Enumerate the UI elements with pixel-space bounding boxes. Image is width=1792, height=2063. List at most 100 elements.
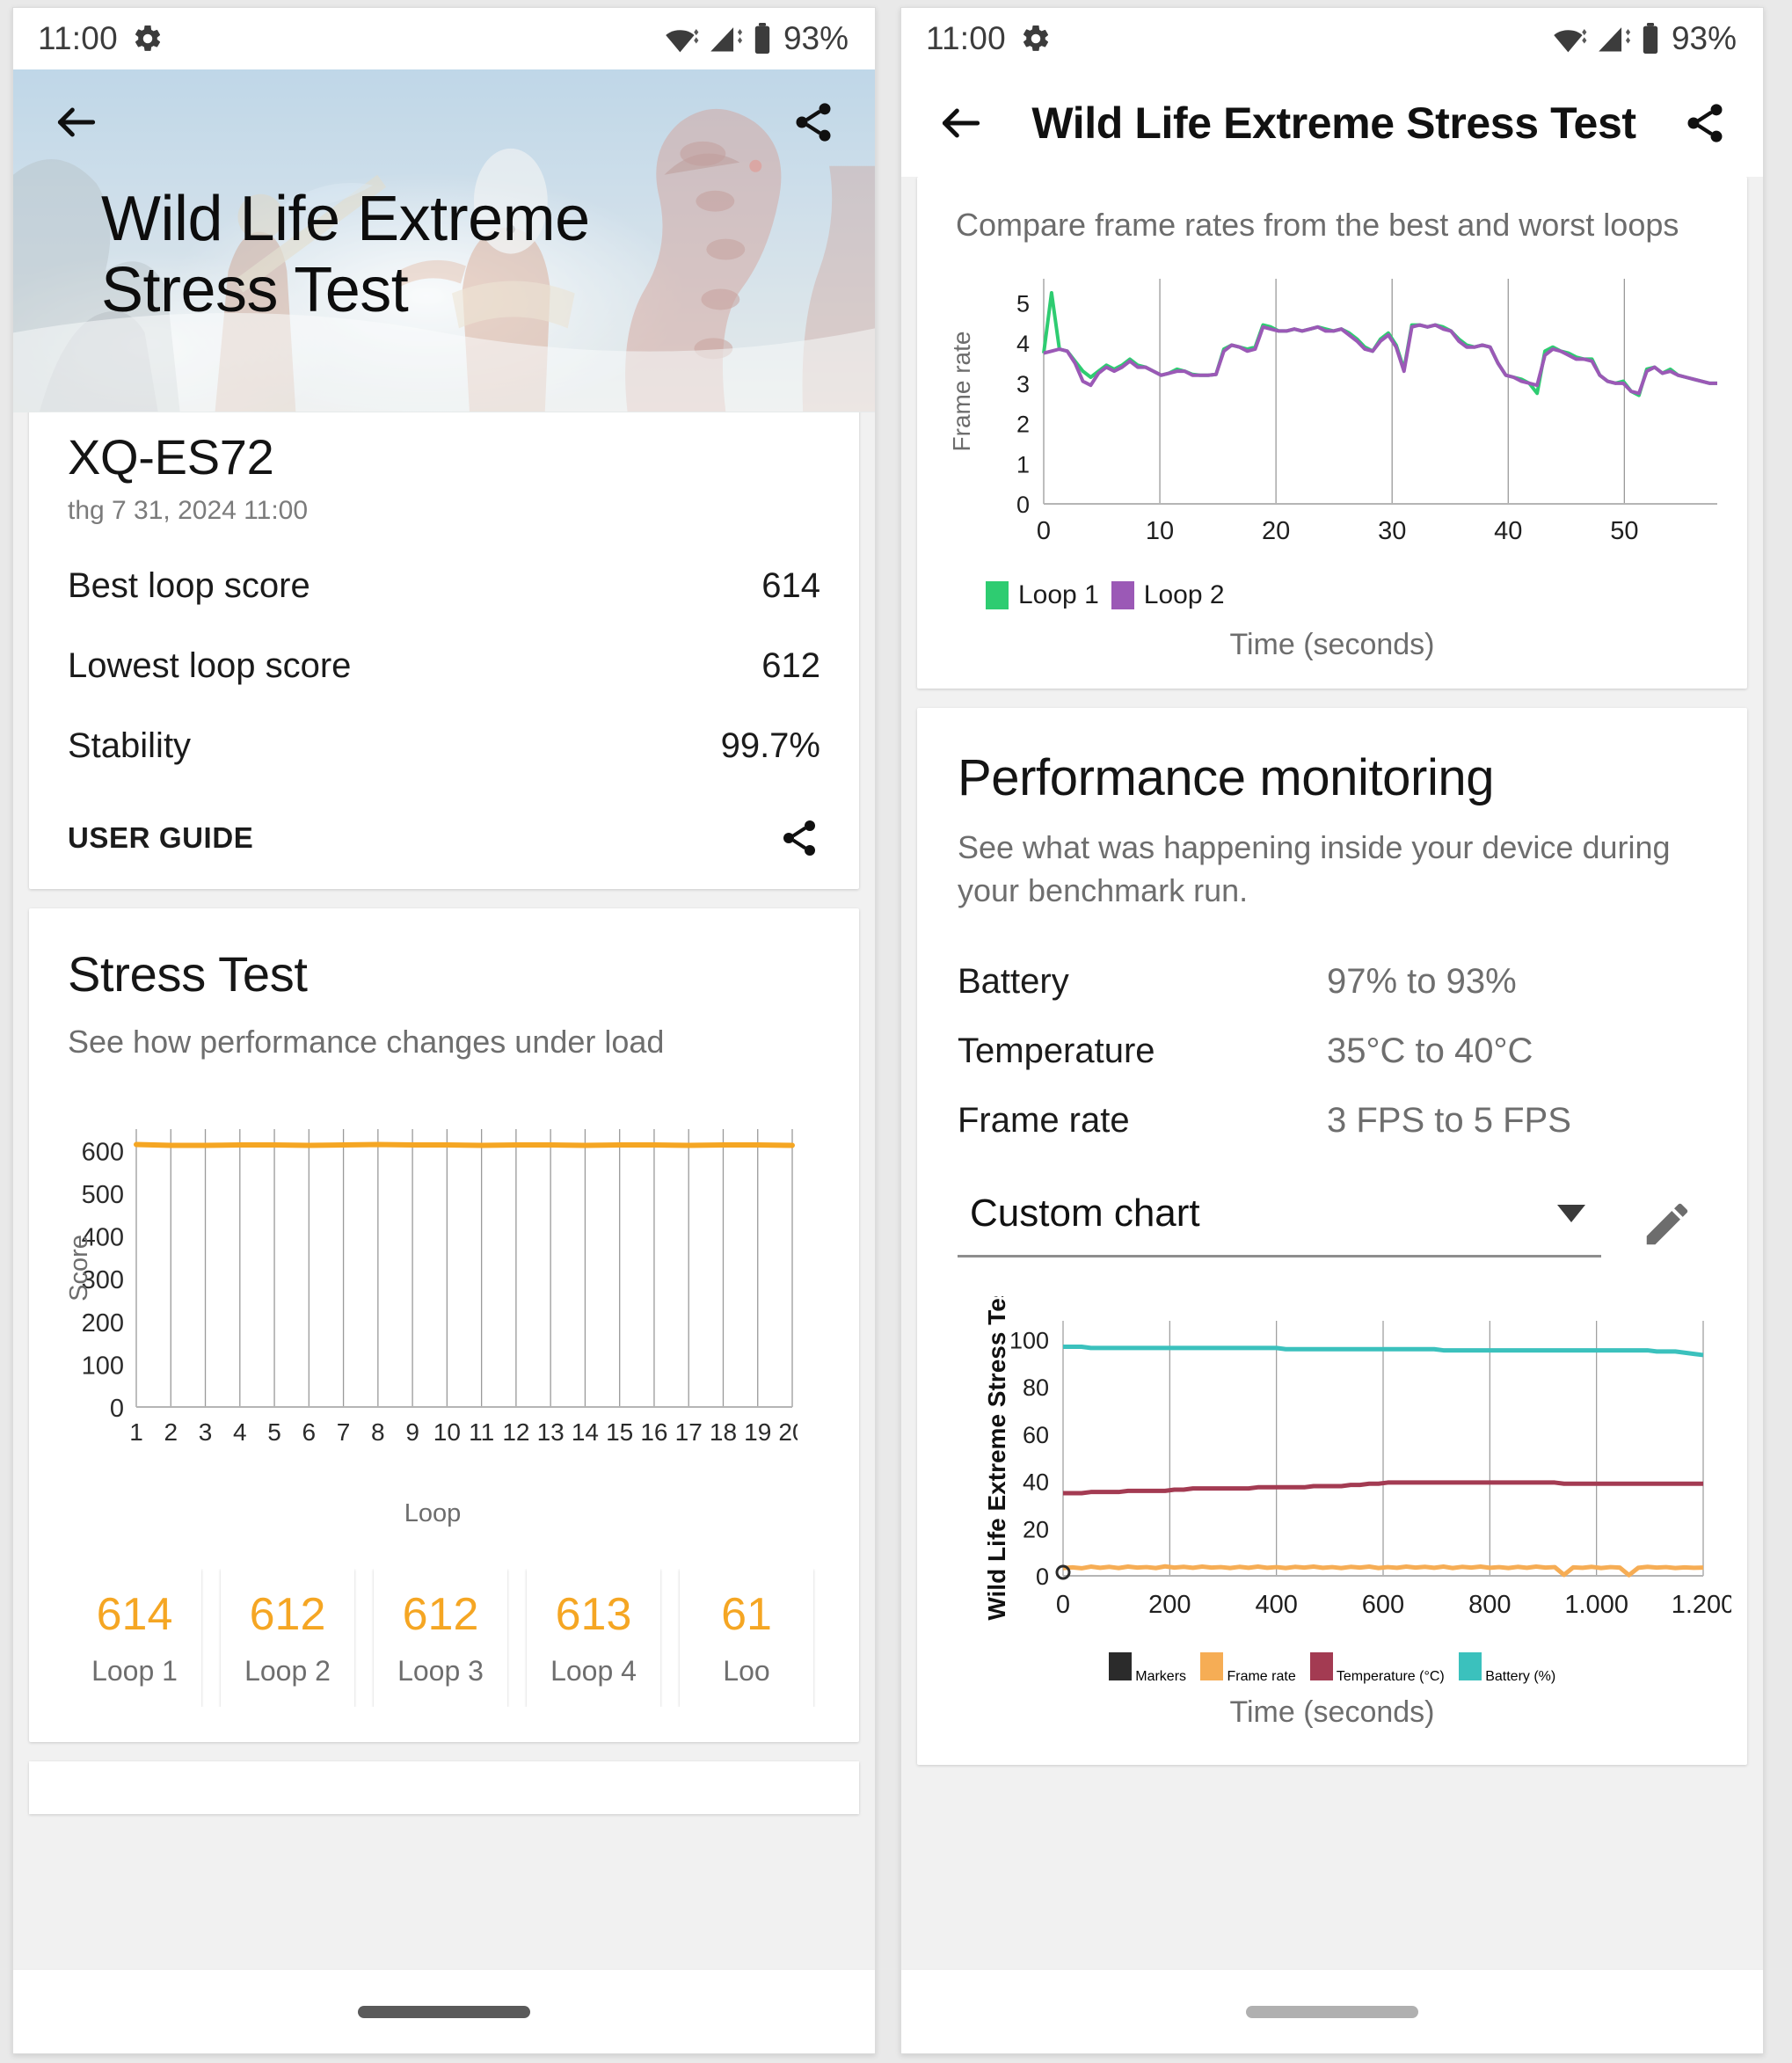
battery-percent: 93% (783, 20, 849, 56)
svg-text:9: 9 (405, 1418, 419, 1446)
share-icon[interactable] (790, 99, 836, 145)
chevron-down-icon[interactable] (1554, 1201, 1589, 1226)
svg-text:0: 0 (1037, 517, 1051, 545)
loop-score-value: 612 (402, 1589, 479, 1640)
svg-text:1.200: 1.200 (1672, 1591, 1731, 1619)
list-item[interactable]: 61 Loo (680, 1569, 813, 1707)
svg-text:60: 60 (1023, 1422, 1049, 1448)
right-scroll-body[interactable]: Compare frame rates from the best and wo… (901, 177, 1763, 1969)
svg-text:Score: Score (68, 1235, 93, 1301)
legend-item-battery: Battery (%) (1458, 1651, 1556, 1685)
legend-label-loop2: Loop 2 (1143, 580, 1225, 609)
svg-text:15: 15 (606, 1418, 633, 1446)
user-guide-row: USER GUIDE (68, 817, 820, 859)
back-arrow-icon[interactable] (52, 98, 101, 147)
status-bar-left-group: 11:00 (38, 20, 164, 57)
legend-item-loop1: Loop 1 (986, 580, 1099, 610)
custom-performance-chart: 0 20 40 60 80 100 0 200 400 600 800 1.000 1.200 Wild … (958, 1276, 1735, 1730)
back-arrow-icon[interactable] (936, 98, 986, 148)
list-item[interactable]: 612 Loop 2 (221, 1569, 354, 1707)
performance-monitoring-card: Performance monitoring See what was happ… (917, 708, 1747, 1765)
svg-text:0: 0 (1016, 492, 1030, 518)
stress-test-score-chart: 0 100 200 300 400 500 600 1 2 3 4 5 6 7 8 9 10 11 12 13 14 15… (65, 1117, 820, 1528)
loop-score-value: 614 (96, 1589, 173, 1640)
legend-label-battery: Battery (%) (1485, 1668, 1556, 1684)
share-icon[interactable] (778, 817, 820, 859)
hero-title: Wild Life Extreme Stress Test (13, 184, 875, 325)
loop-score-value: 61 (721, 1589, 772, 1640)
svg-text:20: 20 (1262, 517, 1290, 545)
svg-text:20: 20 (1023, 1516, 1049, 1542)
loop-score-label: Loo (723, 1655, 770, 1687)
svg-text:40: 40 (1494, 517, 1522, 545)
svg-text:7: 7 (337, 1418, 351, 1446)
legend-swatch-frame-rate (1200, 1651, 1224, 1680)
status-bar-right-group: 93% (663, 20, 849, 57)
performance-monitoring-subtitle: See what was happening inside your devic… (958, 829, 1671, 908)
svg-text:1: 1 (1016, 451, 1030, 477)
svg-text:500: 500 (82, 1181, 124, 1209)
app-bar: Wild Life Extreme Stress Test (901, 69, 1763, 177)
hero-toolbar (13, 69, 875, 175)
svg-text:5: 5 (1016, 290, 1030, 317)
loop-score-chip-list[interactable]: 614 Loop 1 612 Loop 2 612 Loop 3 613 Loo… (68, 1569, 820, 1707)
svg-text:600: 600 (82, 1138, 124, 1166)
left-phone-panel: 11:00 93% Wild Life Extreme Stress Test … (12, 7, 876, 2054)
legend-swatch-markers (1108, 1651, 1132, 1680)
edit-chart-button[interactable] (1628, 1197, 1707, 1251)
svg-text:30: 30 (1378, 517, 1406, 545)
svg-text:4: 4 (1016, 331, 1030, 357)
svg-text:19: 19 (744, 1418, 771, 1446)
wifi-icon (1551, 23, 1588, 55)
stress-test-subtitle: See how performance changes under load (68, 1024, 665, 1060)
score-chart-xlabel: Loop (404, 1499, 462, 1527)
legend-item-frame-rate: Frame rate (1200, 1651, 1296, 1685)
gear-icon (1020, 23, 1052, 55)
pencil-icon[interactable] (1640, 1197, 1694, 1251)
list-item[interactable]: 613 Loop 4 (527, 1569, 660, 1707)
table-row: Temperature 35°C to 40°C (958, 1032, 1707, 1071)
svg-text:17: 17 (675, 1418, 703, 1446)
svg-text:3: 3 (199, 1418, 213, 1446)
home-gesture-pill[interactable] (1246, 2005, 1418, 2018)
svg-text:40: 40 (1023, 1469, 1049, 1495)
frame-rate-chart-legend: Loop 1 Loop 2 (986, 580, 1724, 610)
chart-type-selected-value: Custom chart (970, 1191, 1200, 1235)
home-gesture-pill[interactable] (358, 2005, 530, 2018)
frame-rate-chart-heading: Compare frame rates from the best and wo… (956, 207, 1679, 243)
svg-text:200: 200 (1148, 1591, 1191, 1619)
svg-text:8: 8 (371, 1418, 385, 1446)
right-phone-panel: 11:00 93% Wild Life Extreme Stress Test … (900, 7, 1764, 2054)
svg-text:2: 2 (164, 1418, 178, 1446)
legend-swatch-loop2 (1111, 581, 1134, 609)
chart-type-select[interactable]: Custom chart (958, 1192, 1601, 1257)
legend-label-markers: Markers (1135, 1668, 1187, 1684)
frame-rate-value: 3 FPS to 5 FPS (1327, 1100, 1571, 1140)
stress-test-title: Stress Test (68, 946, 308, 1002)
svg-text:80: 80 (1023, 1374, 1049, 1401)
table-row: Battery 97% to 93% (958, 962, 1707, 1002)
legend-item-markers: Markers (1108, 1651, 1187, 1685)
status-bar-right: 11:00 93% (901, 8, 1763, 69)
share-icon[interactable] (1682, 100, 1728, 146)
battery-value: 97% to 93% (1327, 961, 1517, 1001)
svg-text:18: 18 (710, 1418, 737, 1446)
user-guide-button[interactable]: USER GUIDE (68, 821, 253, 855)
svg-text:Wild Life Extreme Stress Test: Wild Life Extreme Stress Test (983, 1296, 1010, 1621)
svg-text:5: 5 (267, 1418, 281, 1446)
svg-text:0: 0 (110, 1395, 124, 1423)
system-navigation-bar (13, 1969, 875, 2053)
battery-icon (753, 23, 772, 55)
best-loop-score-value: 614 (761, 566, 820, 605)
legend-label-temperature: Temperature (°C) (1336, 1668, 1445, 1684)
cellular-signal-icon (1596, 23, 1633, 55)
legend-swatch-loop1 (986, 581, 1009, 609)
device-name: XQ-ES72 (68, 429, 274, 485)
frame-rate-chart-xlabel: Time (seconds) (1229, 628, 1435, 661)
list-item[interactable]: 614 Loop 1 (68, 1569, 201, 1707)
screenshot-stage: 11:00 93% Wild Life Extreme Stress Test … (0, 0, 1792, 2063)
lowest-loop-score-label: Lowest loop score (68, 646, 352, 685)
list-item[interactable]: 612 Loop 3 (374, 1569, 507, 1707)
table-row: Frame rate 3 FPS to 5 FPS (958, 1101, 1707, 1141)
left-scroll-body[interactable]: XQ-ES72 thg 7 31, 2024 11:00 Best loop s… (13, 412, 875, 1969)
